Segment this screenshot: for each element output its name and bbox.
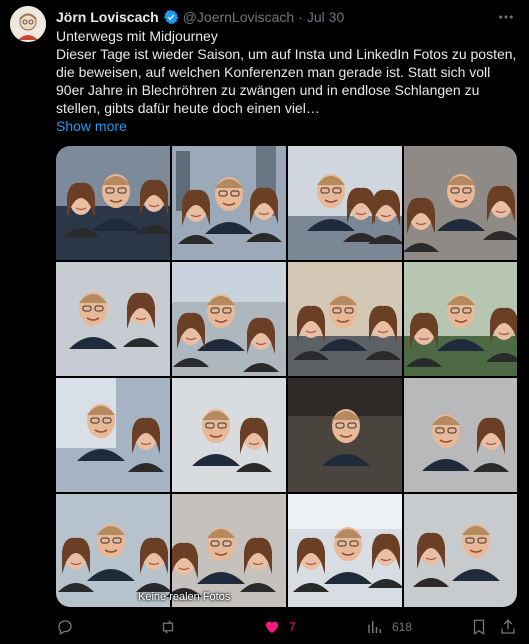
author-name[interactable]: Jörn Loviscach <box>56 9 159 25</box>
media-caption: Keine realen Fotos <box>138 591 231 603</box>
more-options-icon[interactable] <box>495 6 517 28</box>
reply-icon <box>58 620 72 635</box>
like-heart-icon <box>266 621 278 633</box>
views-icon <box>368 621 381 633</box>
tweet-text-body: Dieser Tage ist wieder Saison, um auf In… <box>56 46 517 116</box>
retweet-button[interactable] <box>159 618 185 636</box>
tweet-header: Jörn Loviscach @JoernLoviscach · Jul 30 <box>56 7 519 27</box>
tweet-actions-bar: 7 618 <box>56 618 517 640</box>
like-button[interactable]: 7 <box>263 618 296 636</box>
reply-button[interactable] <box>56 618 82 636</box>
bookmark-icon <box>473 619 485 636</box>
tweet-media-image[interactable]: Keine realen Fotos <box>56 146 517 607</box>
like-count: 7 <box>289 620 296 634</box>
tweet-text: Unterwegs mit Midjourney Dieser Tage ist… <box>56 27 518 117</box>
tweet-text-line1: Unterwegs mit Midjourney <box>56 28 218 44</box>
views-button[interactable]: 618 <box>366 618 412 636</box>
show-more-link[interactable]: Show more <box>56 118 127 134</box>
author-avatar[interactable] <box>10 6 46 42</box>
verified-badge-icon <box>163 9 179 25</box>
tweet-timestamp[interactable]: Jul 30 <box>307 9 344 25</box>
retweet-icon <box>162 620 174 634</box>
separator-dot: · <box>298 9 303 25</box>
selfie-collage-image <box>56 146 517 607</box>
views-count: 618 <box>392 620 413 634</box>
bookmark-button[interactable] <box>470 618 488 636</box>
author-handle[interactable]: @JoernLoviscach <box>183 9 295 25</box>
share-button[interactable] <box>499 618 517 636</box>
share-icon <box>501 619 515 634</box>
